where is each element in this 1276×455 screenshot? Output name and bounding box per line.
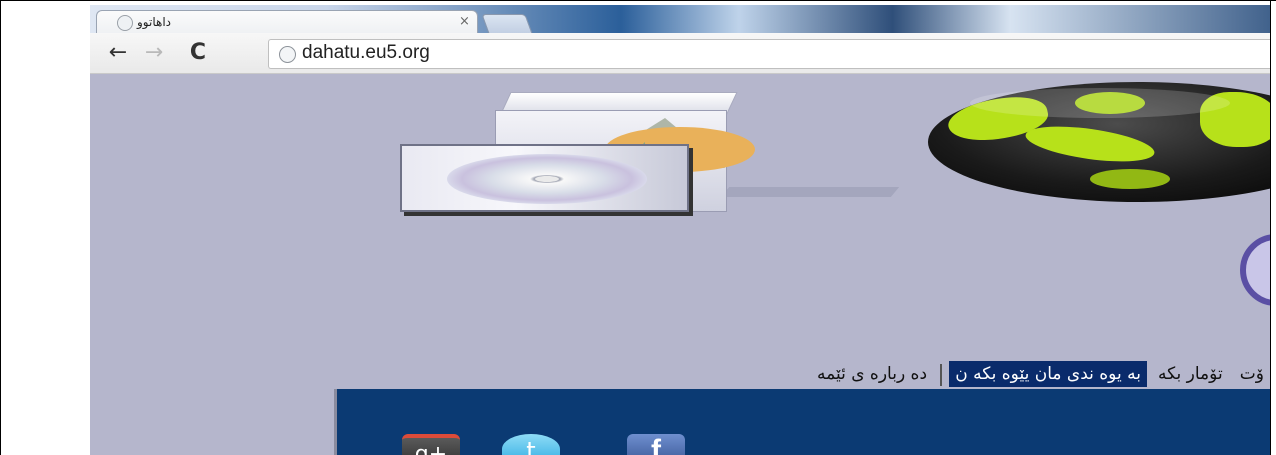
tab-strip: داهاتوو ×	[90, 5, 1270, 35]
url-text: dahatu.eu5.org	[302, 42, 430, 63]
browser-tab[interactable]: داهاتوو ×	[96, 10, 478, 35]
reload-button[interactable]: C	[184, 39, 212, 67]
frame-border-right	[1270, 0, 1271, 455]
nav-menu: ۆت تۆمار بکه به یوه ندی مان یێوه بکه ن د…	[330, 361, 1270, 387]
cd-disc-icon	[447, 154, 647, 204]
cd-case	[400, 144, 689, 212]
menu-divider	[940, 363, 943, 386]
globe-highlight	[970, 88, 1230, 118]
google-plus-icon[interactable]: g+	[402, 434, 460, 455]
browser-toolbar: ← → C dahatu.eu5.org	[90, 33, 1270, 74]
close-tab-icon[interactable]: ×	[459, 14, 470, 29]
facebook-icon[interactable]: f	[627, 434, 685, 455]
address-bar[interactable]: dahatu.eu5.org	[268, 39, 1270, 69]
twitter-icon[interactable]: t	[502, 434, 560, 455]
globe-icon	[117, 15, 133, 31]
menu-item-register-prefix[interactable]: ۆت	[1234, 361, 1270, 387]
browser-window: داهاتوو × ← → C dahatu.eu5.org ۆت تۆمار …	[90, 5, 1270, 455]
site-globe-icon	[279, 46, 296, 63]
frame-border-left	[0, 0, 1, 455]
globe-continent	[1090, 169, 1170, 189]
new-tab-button[interactable]	[481, 14, 533, 34]
back-button[interactable]: ←	[104, 39, 132, 67]
logo-orb-icon	[1240, 234, 1270, 306]
web-page: ۆت تۆمار بکه به یوه ندی مان یێوه بکه ن د…	[90, 74, 1270, 455]
menu-item-register[interactable]: تۆمار بکه	[1152, 361, 1229, 387]
forward-button[interactable]: →	[140, 39, 168, 67]
tab-title: داهاتوو	[137, 15, 171, 29]
content-panel: g+ t f	[334, 389, 1270, 455]
box-shadow	[720, 187, 900, 197]
menu-item-about[interactable]: ده رباره ی ئێمه	[811, 361, 933, 387]
menu-item-contact[interactable]: به یوه ندی مان یێوه بکه ن	[949, 361, 1147, 387]
software-box-image	[395, 92, 915, 212]
frame-border-top	[0, 0, 1276, 1]
